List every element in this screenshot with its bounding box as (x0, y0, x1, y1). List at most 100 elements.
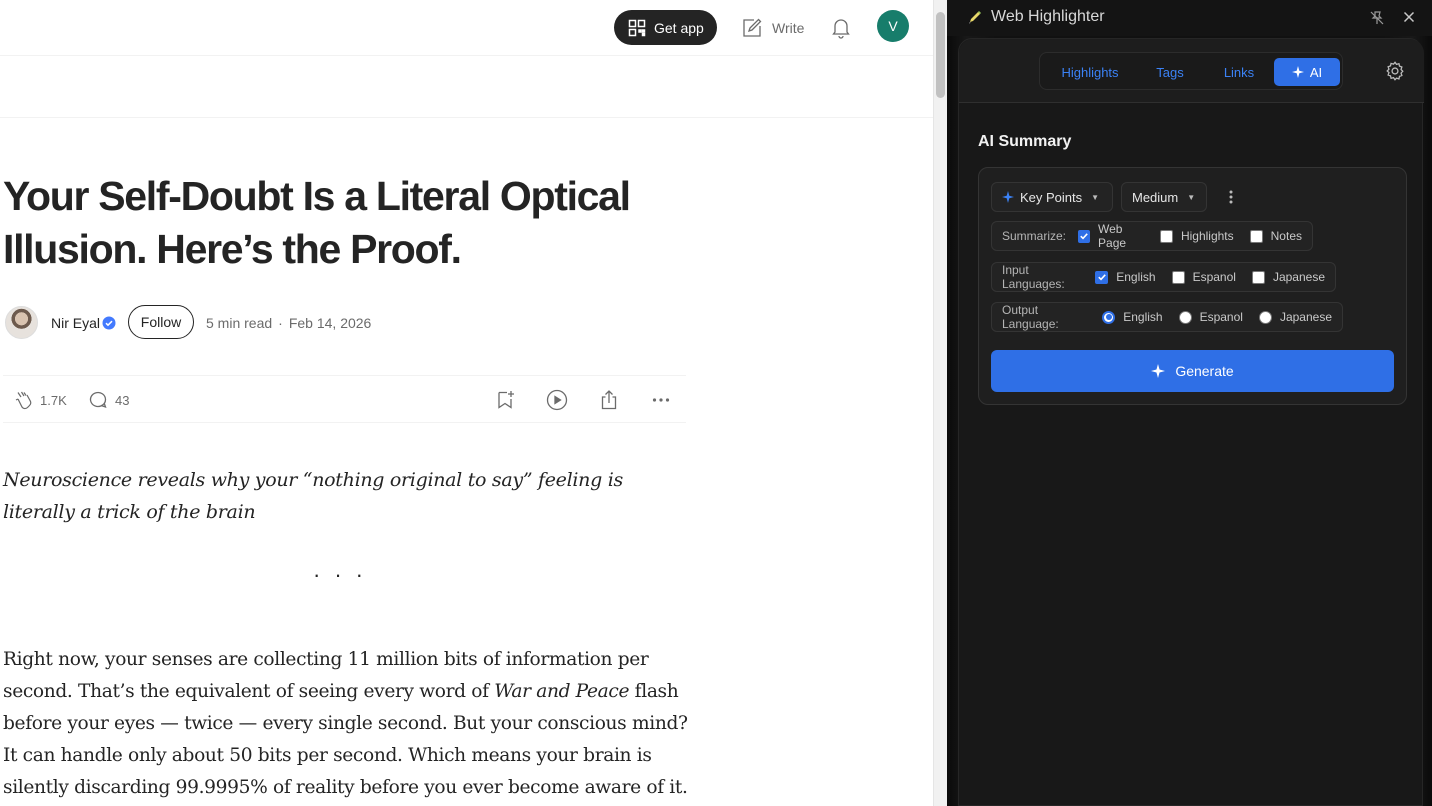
summarize-highlights-label: Highlights (1180, 229, 1234, 243)
kebab-menu-icon[interactable] (1226, 188, 1236, 206)
output-japanese-radio[interactable] (1258, 310, 1272, 324)
follow-button[interactable]: Follow (128, 305, 194, 339)
input-espanol-option[interactable]: Espanol (1171, 270, 1236, 284)
generate-label: Generate (1175, 363, 1234, 379)
input-english-label: English (1116, 270, 1156, 284)
settings-gear-icon[interactable] (1384, 60, 1406, 82)
more-options-icon[interactable] (649, 388, 673, 412)
article-action-bar: 1.7K 43 (3, 375, 686, 423)
listen-play-icon[interactable] (545, 388, 569, 412)
bookmark-add-icon[interactable] (493, 388, 517, 412)
output-espanol-option[interactable]: Espanol (1178, 310, 1243, 324)
summarize-web-page-checkbox[interactable] (1078, 229, 1091, 243)
author-name[interactable]: Nir Eyal (51, 315, 100, 331)
tab-highlights[interactable]: Highlights (1046, 58, 1134, 86)
top-navigation-bar: Get app Write V (0, 0, 933, 56)
summarize-notes-label: Notes (1270, 229, 1302, 243)
ai-summary-options: Key Points ▼ Medium ▼ Summarize: Web Pag… (978, 167, 1407, 405)
summarize-notes-option[interactable]: Notes (1249, 229, 1302, 243)
summarize-highlights-checkbox[interactable] (1159, 229, 1173, 243)
sparkle-icon (1002, 191, 1014, 203)
panel-title: Web Highlighter (967, 8, 1105, 26)
summarize-notes-checkbox[interactable] (1249, 229, 1263, 243)
output-japanese-label: Japanese (1279, 310, 1332, 324)
author-avatar[interactable] (5, 306, 38, 339)
summarize-row: Summarize: Web Page Highlights Notes (991, 221, 1313, 251)
clap-icon (15, 391, 32, 410)
input-espanol-label: Espanol (1192, 270, 1236, 284)
highlighter-pen-icon (969, 11, 981, 24)
clap-button[interactable]: 1.7K (12, 389, 67, 411)
summarize-web-page-option[interactable]: Web Page (1078, 222, 1144, 250)
input-japanese-checkbox[interactable] (1251, 270, 1265, 284)
summarize-highlights-option[interactable]: Highlights (1159, 229, 1234, 243)
summary-length-value: Medium (1132, 189, 1179, 205)
summarize-label: Summarize: (1002, 229, 1067, 243)
tab-ai-label: AI (1309, 64, 1323, 80)
panel-tabs: Highlights Tags Links AI (1039, 52, 1343, 90)
tab-ai[interactable]: AI (1274, 58, 1340, 86)
input-english-option[interactable]: English (1095, 270, 1156, 284)
user-avatar[interactable]: V (877, 10, 909, 42)
input-languages-row: Input Languages: English Espanol Japanes… (991, 262, 1336, 292)
panel-header: Web Highlighter (947, 0, 1432, 36)
responses-button[interactable]: 43 (87, 389, 129, 411)
read-time: 5 min read (206, 315, 273, 331)
response-count: 43 (115, 392, 130, 408)
notifications-bell-icon[interactable] (829, 15, 853, 39)
chevron-down-icon: ▼ (1187, 192, 1196, 202)
output-english-label: English (1123, 310, 1163, 324)
input-english-checkbox[interactable] (1095, 270, 1109, 284)
write-label: Write (772, 20, 805, 36)
byline: Nir Eyal Follow 5 min read · Feb 14, 2026 (3, 304, 683, 340)
summary-mode-dropdown[interactable]: Key Points ▼ (991, 182, 1113, 212)
output-japanese-option[interactable]: Japanese (1258, 310, 1332, 324)
article-paragraph: Right now, your senses are collecting 11… (3, 644, 693, 804)
close-icon[interactable] (1401, 9, 1417, 25)
meta-separator: · (278, 315, 283, 331)
output-language-label: Output Language: (1002, 303, 1059, 331)
write-button[interactable]: Write (741, 14, 804, 42)
generate-button[interactable]: Generate (991, 350, 1394, 392)
input-languages-label: Input Languages: (1002, 263, 1065, 291)
tab-tags[interactable]: Tags (1136, 58, 1204, 86)
tab-links[interactable]: Links (1206, 58, 1272, 86)
article-meta: 5 min read · Feb 14, 2026 (206, 315, 371, 331)
input-japanese-option[interactable]: Japanese (1251, 270, 1325, 284)
checkmark-icon (1080, 233, 1088, 240)
summary-mode-value: Key Points (1020, 189, 1083, 205)
summarize-web-page-label: Web Page (1098, 222, 1127, 250)
verified-badge-icon (102, 316, 116, 330)
header-divider (0, 117, 933, 118)
panel-nav: Highlights Tags Links AI (959, 39, 1424, 103)
article-page: Get app Write V Your Self-Doubt Is a Lit… (0, 0, 933, 806)
output-english-radio[interactable] (1102, 310, 1116, 324)
article-subtitle: Neuroscience reveals why your “nothing o… (3, 469, 623, 523)
page-scrollbar-thumb[interactable] (936, 12, 945, 98)
page-scrollbar[interactable] (933, 0, 947, 806)
input-espanol-checkbox[interactable] (1171, 270, 1185, 284)
output-english-option[interactable]: English (1102, 310, 1163, 324)
panel-body: Highlights Tags Links AI AI Summary Key … (958, 38, 1424, 806)
paragraph-italic-title: War and Peace (494, 681, 630, 702)
share-icon[interactable] (597, 388, 621, 412)
summary-length-dropdown[interactable]: Medium ▼ (1121, 182, 1207, 212)
article-title-line-2: Illusion. Here’s the Proof. (3, 226, 462, 272)
unpin-icon[interactable] (1369, 10, 1385, 26)
output-language-row: Output Language: English Espanol Japanes… (991, 302, 1343, 332)
article-title: Your Self-Doubt Is a Literal Optical Ill… (3, 170, 683, 276)
output-espanol-label: Espanol (1199, 310, 1243, 324)
ai-summary-title: AI Summary (978, 133, 1072, 150)
get-app-label: Get app (654, 19, 704, 36)
checkmark-icon (1097, 274, 1106, 281)
article-title-line-1: Your Self-Doubt Is a Literal Optical (3, 173, 631, 219)
output-espanol-radio[interactable] (1178, 310, 1192, 324)
get-app-button[interactable]: Get app (614, 10, 717, 45)
clap-count: 1.7K (40, 392, 67, 408)
write-pencil-icon (743, 18, 762, 37)
input-japanese-label: Japanese (1272, 270, 1325, 284)
sparkle-icon (1291, 66, 1304, 78)
chevron-down-icon: ▼ (1091, 192, 1100, 202)
publish-date: Feb 14, 2026 (288, 315, 372, 331)
sparkle-icon (1151, 364, 1166, 378)
